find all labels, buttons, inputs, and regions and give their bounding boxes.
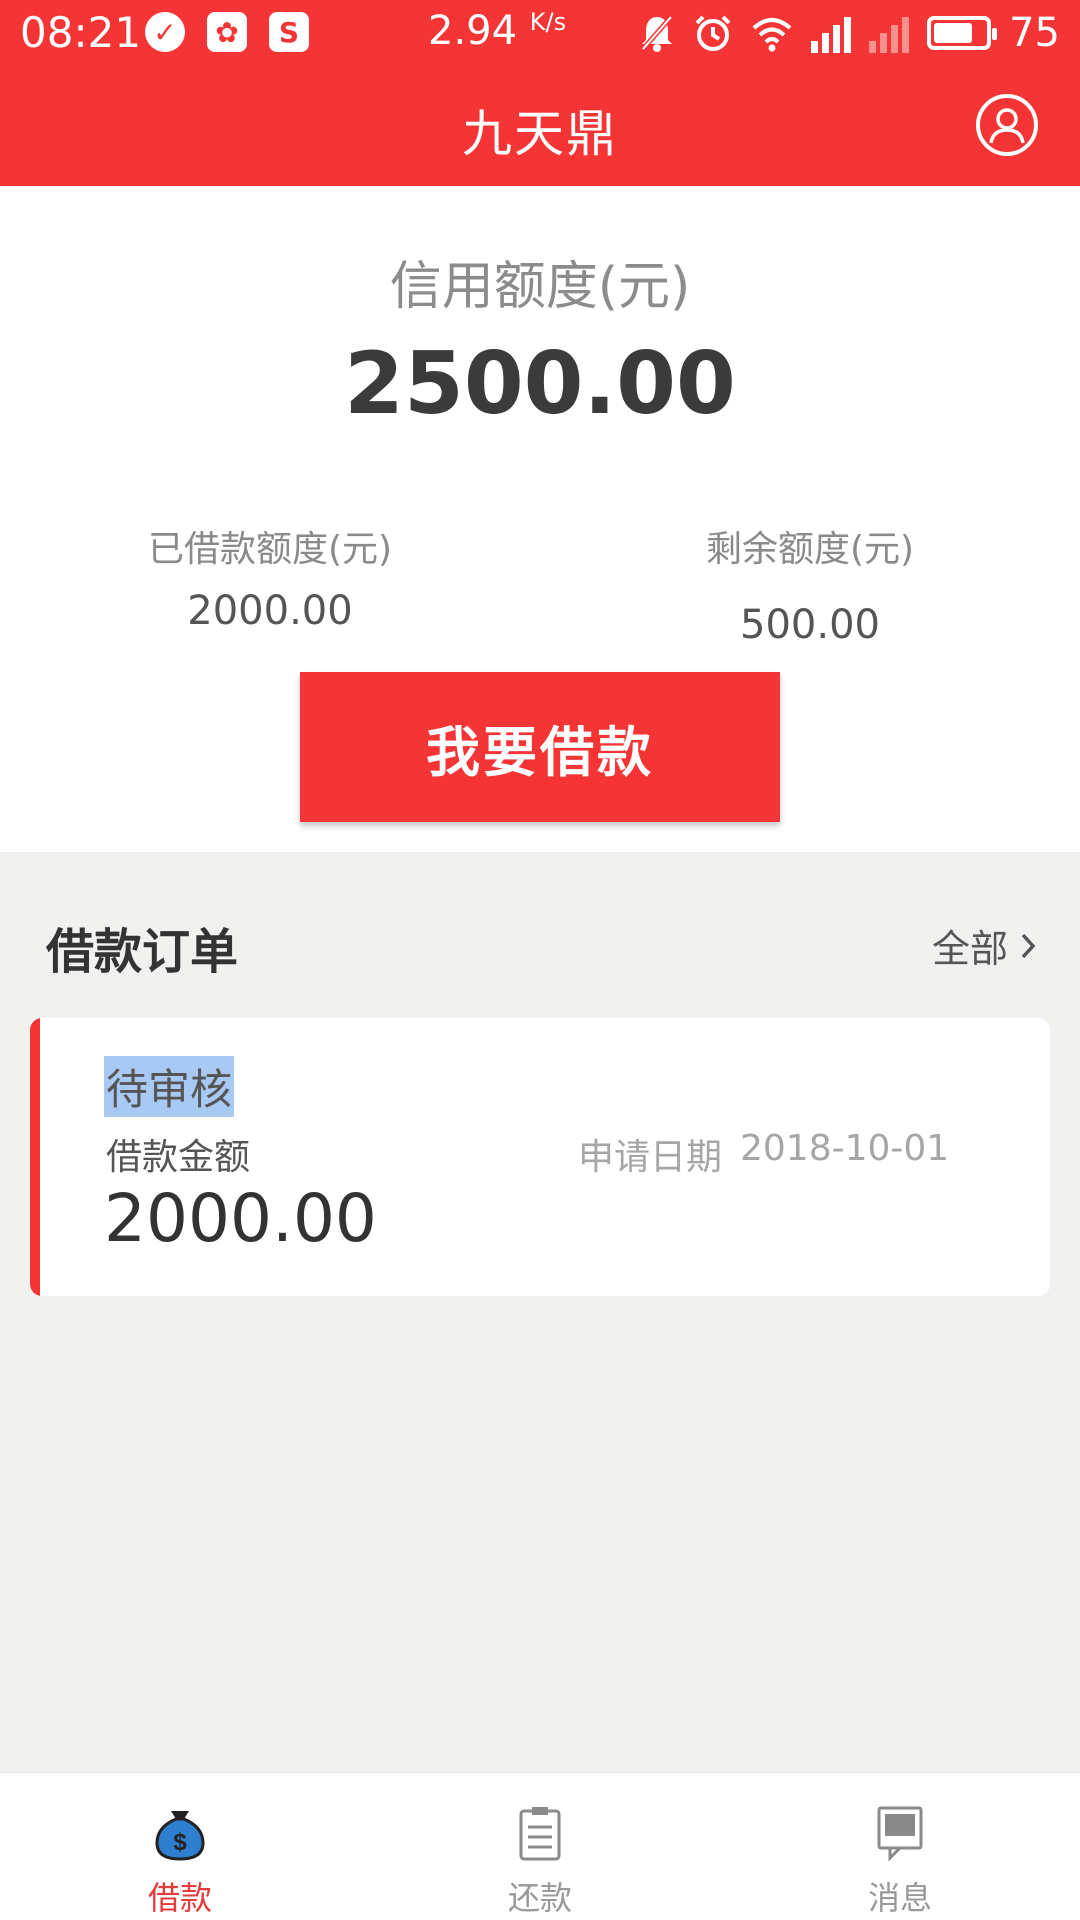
tab-messages-label: 消息 xyxy=(867,1879,932,1917)
system-icons: 75 xyxy=(639,10,1060,56)
credit-limit-label: 信用额度(元) xyxy=(389,257,691,317)
borrowed-value: 2000.00 xyxy=(187,588,353,634)
money-bag-icon: $ xyxy=(155,1811,205,1861)
alarm-icon xyxy=(695,15,731,51)
signal-icon xyxy=(869,13,910,53)
credit-limit-value: 2500.00 xyxy=(344,334,736,434)
view-all-orders-link[interactable]: 全部 xyxy=(932,918,1038,973)
message-icon xyxy=(877,1806,923,1861)
status-time: 08:21 xyxy=(20,8,142,57)
orders-title: 借款订单 xyxy=(46,924,239,980)
profile-button[interactable] xyxy=(976,94,1038,156)
remaining-stat: 剩余额度(元) 500.00 xyxy=(620,520,1000,648)
mute-bell-icon xyxy=(641,15,673,52)
signal-4g-icon xyxy=(811,13,852,53)
app-notify-icon: ✿ xyxy=(207,12,247,52)
battery-percent: 75 xyxy=(1009,10,1060,56)
order-status: 待审核 xyxy=(104,1056,235,1117)
status-bar: 08:21 ✓ ✿ S 2.94 K/s 75 xyxy=(0,0,1080,64)
view-all-label: 全部 xyxy=(931,927,1008,971)
svg-text:$: $ xyxy=(173,1829,187,1856)
network-speed-unit: K/s xyxy=(529,8,567,36)
battery-fill xyxy=(934,23,972,43)
loan-amount-value: 2000.00 xyxy=(104,1180,377,1257)
card-accent-bar xyxy=(30,1018,40,1296)
remaining-label: 剩余额度(元) xyxy=(705,529,915,570)
notification-icons: ✓ ✿ S xyxy=(145,12,309,52)
borrowed-label: 已借款额度(元) xyxy=(147,529,393,570)
tab-borrow[interactable]: $ 借款 xyxy=(0,1773,360,1920)
battery-icon xyxy=(927,16,998,50)
loan-amount-label: 借款金额 xyxy=(106,1137,251,1178)
borrow-button[interactable]: 我要借款 xyxy=(300,672,780,822)
tab-messages[interactable]: 消息 xyxy=(720,1773,1080,1920)
app-bar: 九天鼎 xyxy=(0,64,1080,186)
apply-date-value: 2018-10-01 xyxy=(740,1128,950,1169)
app-title: 九天鼎 xyxy=(462,105,618,163)
apply-date-label: 申请日期 xyxy=(578,1137,723,1178)
check-circle-icon: ✓ xyxy=(145,12,185,52)
user-avatar-icon xyxy=(989,108,1025,144)
borrowed-stat: 已借款额度(元) 2000.00 xyxy=(80,520,460,634)
clipboard-icon xyxy=(519,1807,561,1861)
s-app-icon: S xyxy=(269,12,309,52)
network-speed-value: 2.94 xyxy=(428,8,518,54)
tab-borrow-label: 借款 xyxy=(147,1879,212,1917)
chevron-right-icon xyxy=(1021,933,1036,958)
credit-panel: 信用额度(元) 2500.00 已借款额度(元) 2000.00 剩余额度(元)… xyxy=(0,186,1080,852)
wifi-icon xyxy=(752,18,792,52)
bottom-tab-bar: $ 借款 还款 消息 xyxy=(0,1772,1080,1920)
order-card[interactable]: 待审核 借款金额 申请日期 2018-10-01 2000.00 xyxy=(30,1018,1050,1296)
remaining-value: 500.00 xyxy=(740,602,880,648)
tab-repay-label: 还款 xyxy=(507,1879,572,1917)
tab-repay[interactable]: 还款 xyxy=(360,1773,720,1920)
network-speed: 2.94 K/s xyxy=(428,8,566,54)
